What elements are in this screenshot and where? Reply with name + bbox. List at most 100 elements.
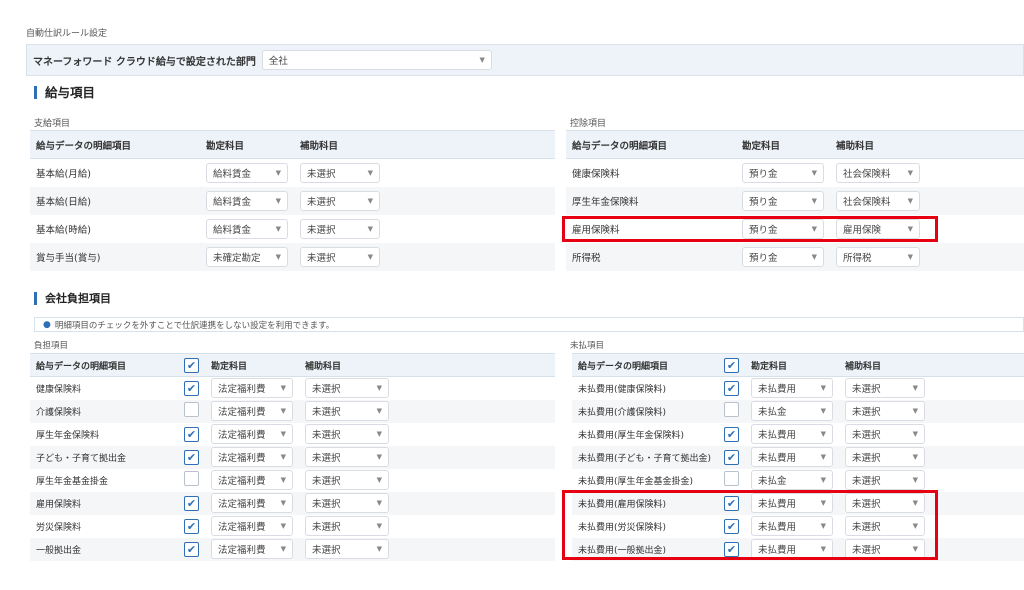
include-cell: [178, 399, 205, 423]
account-select[interactable]: 未払金 ▼: [751, 401, 833, 421]
account-select-value: 法定福利費: [218, 499, 266, 510]
sub-account-select[interactable]: 未選択 ▼: [305, 470, 389, 490]
account-select[interactable]: 預り金 ▼: [742, 246, 824, 267]
account-select[interactable]: 法定福利費 ▼: [211, 424, 293, 444]
notice-text: 明細項目のチェックを外すことで仕訳連携をしない設定を利用できます。: [54, 320, 335, 331]
sub-account-select[interactable]: 未選択 ▼: [300, 162, 380, 183]
sub-account-select-value: 未選択: [852, 476, 881, 487]
include-checkbox[interactable]: ✔: [184, 426, 199, 442]
include-checkbox[interactable]: ✔: [724, 449, 739, 465]
account-select[interactable]: 法定福利費 ▼: [211, 378, 293, 399]
account-select[interactable]: 未払費用 ▼: [751, 493, 833, 513]
account-select[interactable]: 未払費用 ▼: [751, 516, 833, 536]
sub-account-select[interactable]: 未選択 ▼: [845, 539, 925, 559]
check-all-checkbox[interactable]: ✔: [724, 357, 739, 373]
include-checkbox[interactable]: ✔: [724, 541, 739, 557]
include-cell: ✔: [178, 445, 205, 469]
account-select-value: 法定福利費: [218, 545, 266, 556]
sub-account-select[interactable]: 未選択 ▼: [845, 470, 925, 490]
sub-account-select[interactable]: 未選択 ▼: [305, 447, 389, 467]
account-select[interactable]: 法定福利費 ▼: [211, 516, 293, 536]
sub-account-select[interactable]: 未選択 ▼: [845, 401, 925, 421]
col-sub: 補助科目: [839, 353, 1024, 377]
account-select[interactable]: 預り金 ▼: [742, 190, 824, 211]
account-select[interactable]: 預り金 ▼: [742, 218, 824, 239]
account-select[interactable]: 未払費用 ▼: [751, 378, 833, 399]
account-select[interactable]: 法定福利費 ▼: [211, 401, 293, 421]
sub-account-cell: 未選択 ▼: [299, 491, 555, 515]
sub-account-select[interactable]: 未選択 ▼: [305, 539, 389, 559]
include-checkbox[interactable]: ✔: [184, 541, 199, 557]
check-all-checkbox[interactable]: ✔: [184, 357, 199, 373]
include-checkbox[interactable]: ✔: [184, 518, 199, 534]
item-label: 一般拠出金: [30, 537, 178, 561]
department-select[interactable]: 全社 ▼: [261, 50, 492, 70]
account-select[interactable]: 未払費用 ▼: [751, 447, 833, 467]
sub-account-select-value: 社会保険料: [843, 196, 891, 208]
include-checkbox[interactable]: [184, 471, 199, 486]
account-select[interactable]: 法定福利費 ▼: [211, 539, 293, 559]
account-select[interactable]: 未確定勘定 ▼: [206, 246, 288, 267]
col-account: 勘定科目: [205, 353, 299, 377]
sub-account-select[interactable]: 未選択 ▼: [845, 447, 925, 467]
chevron-down-icon: ▼: [275, 252, 281, 261]
include-checkbox[interactable]: ✔: [724, 495, 739, 511]
include-checkbox[interactable]: ✔: [724, 426, 739, 442]
col-account: 勘定科目: [745, 353, 839, 377]
account-select-value: 給料賃金: [213, 168, 252, 180]
account-cell: 未払費用 ▼: [745, 491, 839, 515]
table-row: 健康保険料 ✔ 法定福利費 ▼ 未選択 ▼: [30, 377, 555, 400]
sub-account-select[interactable]: 雇用保険 ▼: [836, 218, 920, 239]
account-select[interactable]: 法定福利費 ▼: [211, 470, 293, 490]
sub-account-select[interactable]: 未選択 ▼: [300, 190, 380, 211]
sub-account-select[interactable]: 未選択 ▼: [305, 516, 389, 536]
table-row: 基本給(月給) 給料賃金 ▼ 未選択 ▼: [30, 159, 555, 187]
sub-account-select[interactable]: 社会保険料 ▼: [836, 190, 920, 211]
include-checkbox[interactable]: ✔: [184, 380, 199, 396]
company-section-title: 会社負担項目: [34, 292, 111, 305]
sub-account-select[interactable]: 未選択 ▼: [305, 424, 389, 444]
chevron-down-icon: ▼: [479, 56, 485, 64]
include-checkbox[interactable]: ✔: [184, 495, 199, 511]
account-select[interactable]: 給料賃金 ▼: [206, 162, 288, 183]
account-select[interactable]: 給料賃金 ▼: [206, 190, 288, 211]
account-cell: 法定福利費 ▼: [205, 537, 299, 561]
include-checkbox[interactable]: ✔: [724, 518, 739, 534]
account-select[interactable]: 未払金 ▼: [751, 470, 833, 490]
chevron-down-icon: ▼: [907, 252, 913, 261]
include-checkbox[interactable]: [724, 402, 739, 417]
chevron-down-icon: ▼: [280, 522, 286, 530]
include-checkbox[interactable]: [184, 402, 199, 417]
sub-account-select[interactable]: 未選択 ▼: [305, 378, 389, 399]
account-select[interactable]: 未払費用 ▼: [751, 539, 833, 559]
sub-account-select[interactable]: 未選択 ▼: [305, 401, 389, 421]
account-select[interactable]: 法定福利費 ▼: [211, 447, 293, 467]
sub-account-select[interactable]: 未選択 ▼: [305, 493, 389, 513]
account-select[interactable]: 預り金 ▼: [742, 162, 824, 183]
account-select[interactable]: 給料賃金 ▼: [206, 218, 288, 239]
sub-account-select[interactable]: 未選択 ▼: [845, 378, 925, 399]
include-checkbox[interactable]: ✔: [184, 449, 199, 465]
burden-caption: 負担項目: [34, 341, 69, 351]
include-checkbox[interactable]: [724, 471, 739, 486]
sub-account-cell: 社会保険料 ▼: [830, 159, 1024, 187]
table-row: 介護保険料 法定福利費 ▼ 未選択 ▼: [30, 399, 555, 423]
sub-account-select[interactable]: 未選択 ▼: [845, 516, 925, 536]
sub-account-select[interactable]: 未選択 ▼: [845, 493, 925, 513]
table-row: 未払費用(厚生年金保険料) ✔ 未払費用 ▼ 未選択 ▼: [572, 423, 1024, 446]
account-select-value: 預り金: [749, 168, 778, 180]
unpaid-caption: 未払項目: [570, 341, 605, 351]
account-select-value: 預り金: [749, 224, 778, 236]
sub-account-select[interactable]: 未選択 ▼: [845, 424, 925, 444]
sub-account-select[interactable]: 未選択 ▼: [300, 246, 380, 267]
account-select[interactable]: 法定福利費 ▼: [211, 493, 293, 513]
chevron-down-icon: ▼: [907, 168, 913, 177]
sub-account-select[interactable]: 社会保険料 ▼: [836, 162, 920, 183]
sub-account-select[interactable]: 所得税 ▼: [836, 246, 920, 267]
include-checkbox[interactable]: ✔: [724, 380, 739, 396]
account-cell: 給料賃金 ▼: [200, 186, 294, 215]
sub-account-cell: 未選択 ▼: [839, 491, 1024, 515]
account-select[interactable]: 未払費用 ▼: [751, 424, 833, 444]
account-cell: 未払金 ▼: [745, 399, 839, 423]
sub-account-select[interactable]: 未選択 ▼: [300, 218, 380, 239]
